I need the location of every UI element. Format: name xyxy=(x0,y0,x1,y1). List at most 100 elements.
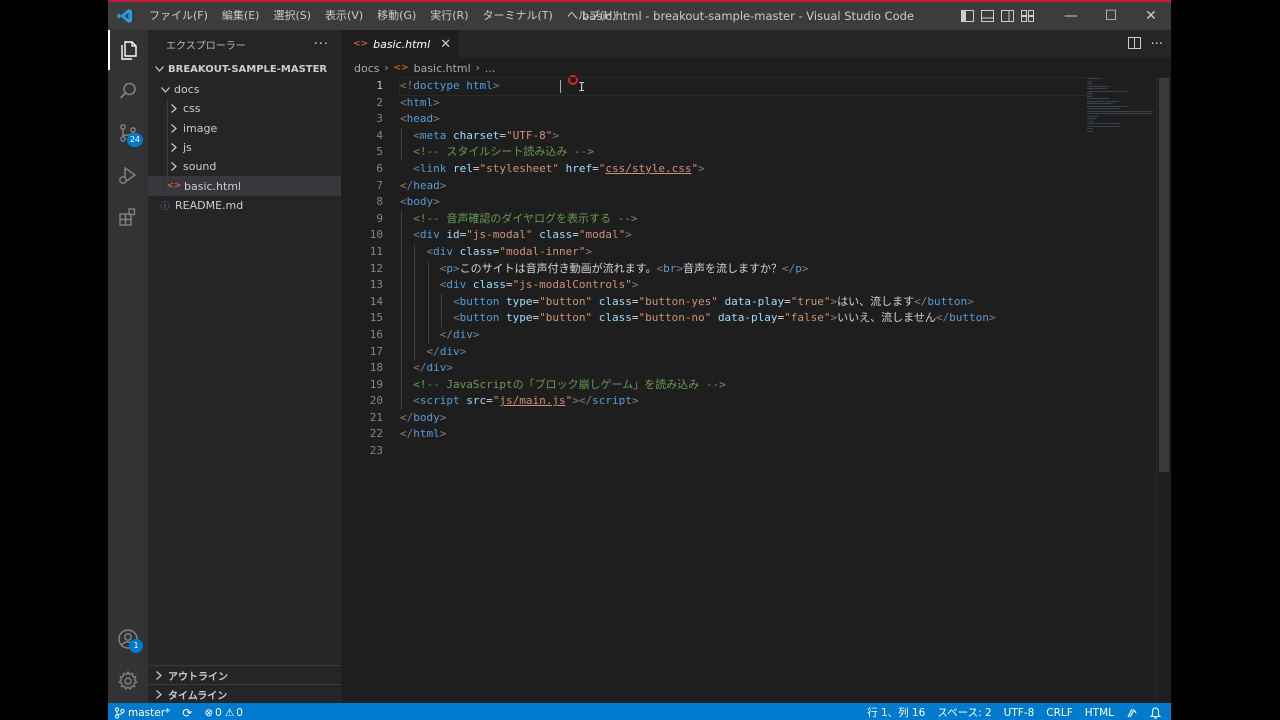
code-token: < xyxy=(452,311,460,325)
menu-file[interactable]: ファイル(F) xyxy=(142,2,215,30)
toggle-sidebar-icon[interactable] xyxy=(957,2,977,30)
branch-status[interactable]: master* xyxy=(108,703,176,720)
toggle-panel-icon[interactable] xyxy=(977,2,997,30)
indent-guide xyxy=(427,260,429,344)
code-line[interactable]: <body> xyxy=(400,194,1090,211)
breadcrumb-docs[interactable]: docs xyxy=(354,62,380,75)
code-line[interactable]: <div class="js-modalControls"> xyxy=(400,277,1090,294)
code-line[interactable]: </head> xyxy=(400,178,1090,195)
sync-button[interactable]: ⟳ xyxy=(176,703,198,720)
code-line[interactable]: <head> xyxy=(400,111,1090,128)
code-line[interactable]: <button type="button" class="button-yes"… xyxy=(400,294,1090,311)
code-line[interactable]: </div> xyxy=(400,327,1090,344)
code-line[interactable]: <script src="js/main.js"></script> xyxy=(400,393,1090,410)
menu-view[interactable]: 表示(V) xyxy=(318,2,370,30)
minimap-line xyxy=(1087,110,1153,112)
code-line[interactable]: <link rel="stylesheet" href="css/style.c… xyxy=(400,161,1090,178)
tree-item-basic-html[interactable]: <> basic.html xyxy=(148,176,341,196)
tree-item-readme[interactable]: ⓘ README.md xyxy=(148,196,341,215)
accounts-button[interactable]: 1 xyxy=(108,619,148,659)
vertical-scrollbar[interactable] xyxy=(1159,78,1169,472)
close-button[interactable]: ✕ xyxy=(1131,2,1171,30)
outline-pane-header[interactable]: アウトライン xyxy=(148,665,341,684)
code-line[interactable]: <div class="modal-inner"> xyxy=(400,244,1090,261)
code-token: src xyxy=(466,394,487,408)
code-line[interactable]: <!-- 音声確認のダイヤログを表示する --> xyxy=(400,211,1090,228)
code-token: < xyxy=(400,112,407,126)
code-token: div xyxy=(426,361,447,375)
code-line[interactable]: <div id="js-modal" class="modal"> xyxy=(400,227,1090,244)
maximize-button[interactable]: ☐ xyxy=(1091,2,1131,30)
timeline-pane-header[interactable]: タイムライン xyxy=(148,684,341,703)
language-mode[interactable]: HTML xyxy=(1079,703,1120,720)
code-token: <!-- 音声確認のダイヤログを表示する --> xyxy=(413,211,638,225)
code-line[interactable]: </body> xyxy=(400,410,1090,427)
tree-item-sound[interactable]: sound xyxy=(148,157,341,176)
code-line[interactable] xyxy=(400,443,1090,460)
breadcrumb-file[interactable]: basic.html xyxy=(414,62,471,75)
code-line[interactable]: <!-- JavaScriptの「ブロック崩しゲーム」を読み込み --> xyxy=(400,377,1090,394)
code-line[interactable]: </html> xyxy=(400,426,1090,443)
explorer-button[interactable] xyxy=(108,30,148,70)
code-token: link xyxy=(419,161,453,175)
line-number-gutter: 1 2 3 4 5 6 7 8 9 10 11 12 13 14 15 16 17 18 19 20 21 22 23 xyxy=(341,78,391,460)
manage-button[interactable] xyxy=(108,661,148,701)
more-actions-button[interactable]: ··· xyxy=(314,37,329,52)
code-token: < xyxy=(400,95,407,109)
code-line[interactable]: </div> xyxy=(400,344,1090,361)
minimize-button[interactable]: — xyxy=(1051,2,1091,30)
minimap[interactable] xyxy=(1087,78,1157,138)
code-content[interactable]: I <!doctype html> <html> <head> <meta char… xyxy=(399,75,1091,460)
code-line[interactable]: <html> xyxy=(400,95,1090,112)
tab-basic-html[interactable]: <> basic.html ✕ xyxy=(341,30,460,58)
code-token: > xyxy=(625,228,632,242)
toggle-secondary-sidebar-icon[interactable] xyxy=(997,2,1017,30)
indentation[interactable]: スペース: 2 xyxy=(931,703,997,720)
encoding[interactable]: UTF-8 xyxy=(998,703,1041,720)
menu-run[interactable]: 実行(R) xyxy=(423,2,475,30)
minimap-line xyxy=(1087,120,1095,122)
customize-layout-icon[interactable] xyxy=(1017,2,1037,30)
code-token: "modal-inner" xyxy=(499,244,586,258)
code-editor[interactable]: 1 2 3 4 5 6 7 8 9 10 11 12 13 14 15 16 17 18 19 20 21 22 23 I … xyxy=(341,75,1171,703)
tree-item-image[interactable]: image xyxy=(148,119,341,138)
tree-item-css[interactable]: css xyxy=(148,99,341,118)
tree-item-docs[interactable]: docs xyxy=(148,80,341,99)
code-line[interactable]: <meta charset="UTF-8"> xyxy=(400,128,1090,145)
workspace-section-header[interactable]: BREAKOUT-SAMPLE-MASTER xyxy=(148,58,341,80)
code-token: > xyxy=(459,344,467,358)
menu-terminal[interactable]: ターミナル(T) xyxy=(476,2,560,30)
notifications-bell-icon[interactable] xyxy=(1144,703,1167,720)
line-number: 11 xyxy=(369,244,383,258)
code-line[interactable]: <!-- スタイルシート読み込み --> xyxy=(400,144,1090,161)
code-line[interactable]: <p>このサイトは音声付き動画が流れます。<br>音声を流しますか？</p> xyxy=(400,261,1090,278)
end-of-line[interactable]: CRLF xyxy=(1040,703,1079,720)
cursor-position[interactable]: 行 1、列 16 xyxy=(861,703,931,720)
code-token: button xyxy=(927,294,968,308)
editor-area: <> basic.html ✕ ··· docs › <> basic.html… xyxy=(341,30,1171,703)
tree-item-js[interactable]: js xyxy=(148,138,341,157)
menu-go[interactable]: 移動(G) xyxy=(370,2,423,30)
code-line[interactable]: <!doctype html> xyxy=(399,77,1091,96)
problems-status[interactable]: ⊗ 0 ⚠ 0 xyxy=(198,703,249,720)
search-button[interactable] xyxy=(108,71,148,111)
more-actions-icon[interactable]: ··· xyxy=(1151,37,1163,52)
code-token: css/style.css xyxy=(605,161,692,175)
code-token: class xyxy=(598,294,632,308)
breadcrumb-symbols[interactable]: ... xyxy=(485,62,496,75)
split-editor-icon[interactable] xyxy=(1127,36,1141,52)
run-debug-button[interactable] xyxy=(108,155,148,195)
tree-item-label: README.md xyxy=(175,198,244,212)
feedback-icon[interactable] xyxy=(1120,703,1144,720)
menu-edit[interactable]: 編集(E) xyxy=(215,2,267,30)
extensions-button[interactable] xyxy=(108,197,148,237)
menu-selection[interactable]: 選択(S) xyxy=(266,2,318,30)
code-token: </ xyxy=(426,344,440,358)
code-line[interactable]: <button type="button" class="button-no" … xyxy=(400,310,1090,327)
menu-bar: ファイル(F) 編集(E) 選択(S) 表示(V) 移動(G) 実行(R) ター… xyxy=(142,2,624,30)
close-tab-icon[interactable]: ✕ xyxy=(440,37,451,52)
source-control-button[interactable]: 24 xyxy=(108,113,148,153)
code-line[interactable]: </div> xyxy=(400,360,1090,377)
